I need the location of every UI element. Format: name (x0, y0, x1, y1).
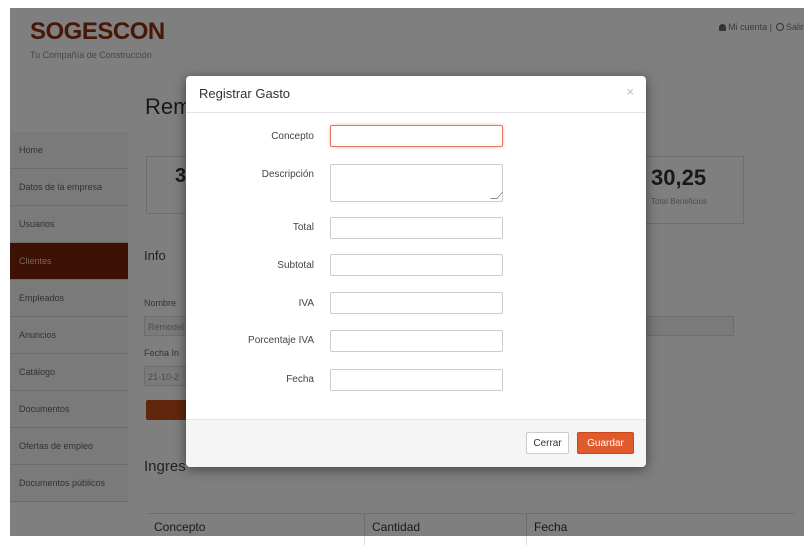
descripcion-textarea[interactable] (330, 164, 503, 202)
subtotal-input[interactable] (330, 254, 503, 276)
register-expense-modal: Registrar Gasto × Concepto Descripción T… (186, 76, 646, 467)
resize-handle-icon[interactable] (490, 192, 503, 199)
iva-input[interactable] (330, 292, 503, 314)
modal-header: Registrar Gasto × (186, 76, 646, 113)
concepto-input[interactable] (330, 125, 503, 147)
iva-label: IVA (298, 298, 314, 309)
modal-footer: Cerrar Guardar (186, 419, 646, 467)
modal-title: Registrar Gasto (199, 86, 291, 101)
close-icon[interactable]: × (626, 84, 634, 99)
porcentaje-iva-input[interactable] (330, 330, 503, 352)
cerrar-button[interactable]: Cerrar (526, 432, 569, 454)
descripcion-label: Descripción (261, 169, 314, 180)
porcentaje-iva-label: Porcentaje IVA (248, 335, 314, 346)
total-label: Total (292, 222, 314, 233)
total-input[interactable] (330, 217, 503, 239)
fecha-input[interactable] (330, 369, 503, 391)
guardar-button[interactable]: Guardar (577, 432, 634, 454)
concepto-label: Concepto (271, 131, 314, 142)
subtotal-label: Subtotal (277, 260, 314, 271)
fecha-input-label: Fecha (286, 374, 314, 385)
